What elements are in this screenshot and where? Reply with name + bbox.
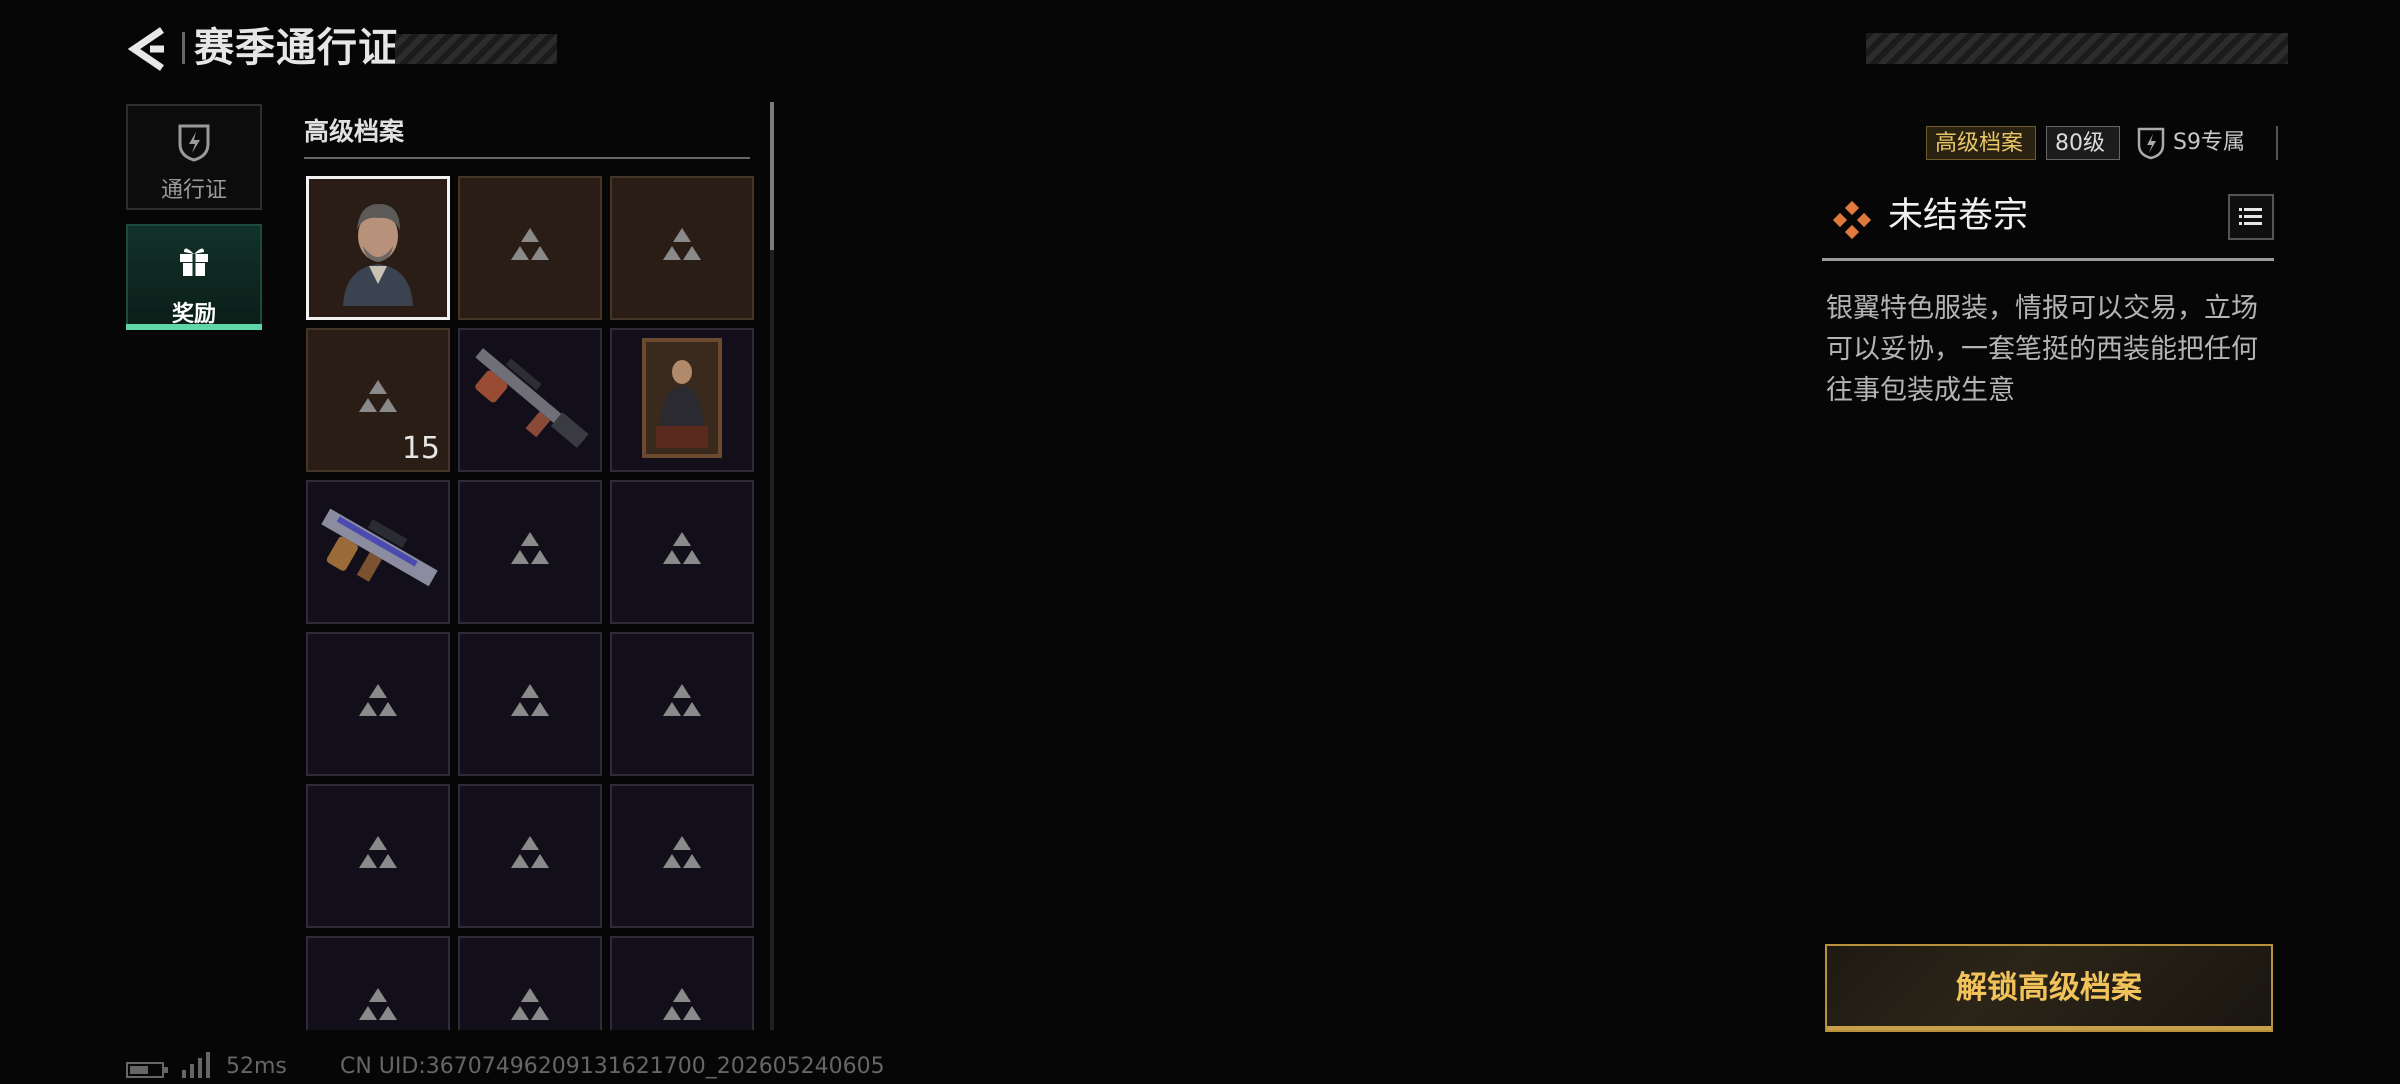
gift-icon xyxy=(176,242,212,282)
locked-reward-icon xyxy=(354,986,402,1030)
reward-cell[interactable] xyxy=(458,176,602,320)
reward-cell[interactable] xyxy=(458,936,602,1030)
battery-icon xyxy=(126,1060,170,1084)
locked-reward-icon xyxy=(658,986,706,1030)
grid-scrollbar-thumb[interactable] xyxy=(770,102,774,250)
locked-reward-icon xyxy=(354,834,402,878)
signal-icon xyxy=(180,1052,214,1082)
ping-readout: 52ms xyxy=(226,1054,287,1079)
chevron-left-icon xyxy=(127,27,164,71)
locked-reward-icon xyxy=(658,682,706,726)
locked-reward-icon xyxy=(354,682,402,726)
tag-level: 80级 xyxy=(2046,126,2120,160)
locked-reward-icon xyxy=(658,530,706,574)
button-accent-bar xyxy=(1827,1026,2271,1030)
reward-cell[interactable] xyxy=(610,328,754,472)
unlock-premium-label: 解锁高级档案 xyxy=(1956,970,2142,1006)
section-title: 高级档案 xyxy=(304,117,405,146)
tab-pass[interactable]: 通行证 xyxy=(126,104,262,210)
locked-reward-icon xyxy=(658,834,706,878)
reward-grid: 15 xyxy=(304,174,764,1030)
list-icon xyxy=(2239,208,2262,225)
item-description: 银翼特色服装，情报可以交易，立场可以妥协，一套笔挺的西装能把任何往事包装成生意 xyxy=(1826,293,2258,406)
header-decoration xyxy=(1866,33,2288,64)
item-name: 未结卷宗 xyxy=(1888,196,2029,236)
tag-season-exclusive-label: S9专属 xyxy=(2173,130,2245,155)
reward-cell[interactable] xyxy=(306,936,450,1030)
reward-cell[interactable]: 15 xyxy=(306,328,450,472)
reward-cell[interactable] xyxy=(458,632,602,776)
back-button[interactable] xyxy=(124,24,174,74)
reward-cell[interactable] xyxy=(610,480,754,624)
locked-reward-icon xyxy=(506,986,554,1030)
title-separator xyxy=(182,32,185,64)
tab-rewards[interactable]: 奖励 xyxy=(126,224,262,330)
reward-cell[interactable] xyxy=(610,936,754,1030)
section-divider xyxy=(304,157,750,159)
reward-cell[interactable] xyxy=(458,480,602,624)
active-tab-indicator xyxy=(126,324,262,330)
tag-premium-archive: 高级档案 xyxy=(1926,126,2036,160)
reward-cell[interactable] xyxy=(610,784,754,928)
unlock-premium-button[interactable]: 解锁高级档案 xyxy=(1825,944,2273,1032)
reward-cell[interactable] xyxy=(306,176,450,320)
diamond-cluster-icon xyxy=(1832,200,1872,244)
reward-cell[interactable] xyxy=(610,176,754,320)
detail-divider xyxy=(1822,258,2274,261)
locked-reward-icon xyxy=(506,682,554,726)
reward-cell[interactable] xyxy=(610,632,754,776)
locked-reward-icon xyxy=(354,378,402,422)
locked-reward-icon xyxy=(506,530,554,574)
poster-image xyxy=(642,338,722,462)
pass-shield-icon xyxy=(2137,127,2165,160)
reward-cell[interactable] xyxy=(306,784,450,928)
tab-pass-label: 通行证 xyxy=(160,178,227,203)
portrait-image xyxy=(323,186,433,310)
reward-cell[interactable] xyxy=(458,784,602,928)
list-view-button[interactable] xyxy=(2228,194,2274,240)
tag-season-exclusive: S9专属 xyxy=(2136,124,2278,162)
locked-reward-icon xyxy=(658,226,706,270)
tag-separator xyxy=(2276,126,2278,160)
page-title: 赛季通行证 xyxy=(194,25,399,71)
user-uid: CN UID:3670749620913162170​0_20260524060… xyxy=(340,1054,885,1079)
pass-shield-icon xyxy=(176,122,212,166)
reward-cell[interactable] xyxy=(306,480,450,624)
locked-reward-icon xyxy=(506,834,554,878)
locked-reward-icon xyxy=(506,226,554,270)
reward-cell[interactable] xyxy=(306,632,450,776)
smg-skin-image xyxy=(308,480,448,624)
title-decoration xyxy=(395,34,557,64)
rifle-skin-image xyxy=(460,328,600,472)
reward-cell[interactable] xyxy=(458,328,602,472)
reward-quantity: 15 xyxy=(401,431,440,466)
